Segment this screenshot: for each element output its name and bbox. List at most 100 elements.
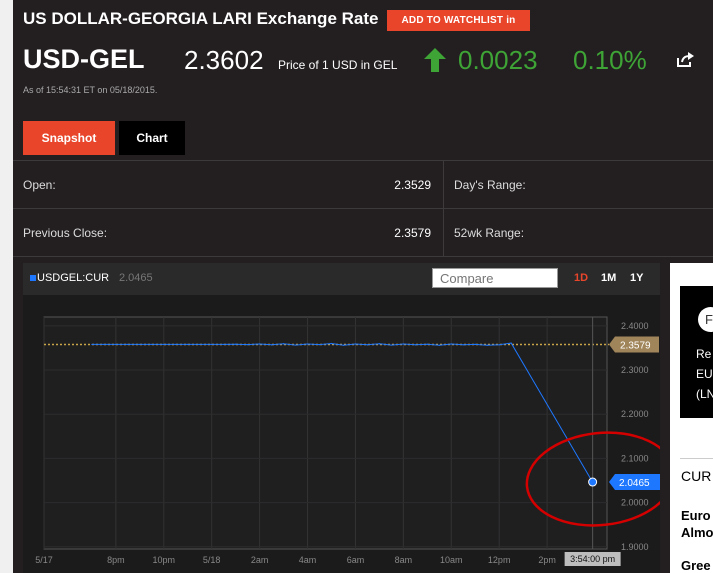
y-tick-label: 2.0000 xyxy=(621,498,649,508)
series-point xyxy=(175,343,177,346)
series-point xyxy=(354,343,357,345)
x-tick-label: 6am xyxy=(347,555,365,565)
series-point xyxy=(450,343,452,345)
crosshair-time-label: 3:54:00 pm xyxy=(570,554,615,564)
series-point xyxy=(474,343,476,345)
x-tick-label: 8am xyxy=(395,555,413,565)
series-point xyxy=(462,344,464,346)
previous-close-value: 2.3579 xyxy=(394,226,431,240)
ticker-symbol: USD-GEL xyxy=(23,44,145,74)
section-divider xyxy=(680,458,713,459)
series-point xyxy=(330,342,333,345)
series-point xyxy=(259,343,261,345)
stat-divider xyxy=(443,161,444,208)
page-title: US DOLLAR-GEORGIA LARI Exchange Rate xyxy=(23,9,379,28)
series-point xyxy=(426,343,428,345)
x-tick-label: 10pm xyxy=(153,555,176,565)
series-point xyxy=(199,343,201,346)
price-unit-label: Price of 1 USD in GEL xyxy=(278,58,398,72)
open-value: 2.3529 xyxy=(394,178,431,192)
series-name: USDGEL:CUR xyxy=(37,272,110,284)
promo-text-1: Re xyxy=(696,347,712,361)
series-point xyxy=(378,343,381,345)
percent-change: 0.10% xyxy=(573,45,647,75)
price-chart[interactable]: 5/17 8pm 10pm 5/18 2am 4am 6am 8am 10am 12pm 2pm 2.… xyxy=(23,295,660,573)
x-tick-label: 10am xyxy=(440,555,463,565)
promo-text-3: (LN xyxy=(696,387,713,401)
x-tick-label: 2pm xyxy=(538,555,556,565)
price-change: 0.0023 xyxy=(458,45,538,75)
last-point-marker xyxy=(588,477,598,487)
previous-close-tag-label: 2.3579 xyxy=(620,340,651,351)
series-point xyxy=(498,344,500,346)
share-icon[interactable] xyxy=(676,52,694,68)
open-label: Open: xyxy=(23,178,56,192)
chart-header: USDGEL:CUR 2.0465 1D 1M 1Y xyxy=(23,263,660,295)
add-to-watchlist-button[interactable]: ADD TO WATCHLIST in xyxy=(387,10,530,31)
series-point xyxy=(510,342,512,344)
series-point xyxy=(306,343,309,345)
currencies-section-label: CUR xyxy=(681,468,712,484)
series-point xyxy=(151,343,153,346)
series-point xyxy=(342,344,345,346)
stat-row-previous-close: Previous Close: 2.3579 52wk Range: xyxy=(13,209,713,257)
series-point xyxy=(414,344,416,346)
quote-page: US DOLLAR-GEORGIA LARI Exchange Rate ADD… xyxy=(13,0,713,573)
series-last-value: 2.0465 xyxy=(119,272,153,284)
52wk-range-label: 52wk Range: xyxy=(454,226,525,240)
tab-snapshot[interactable]: Snapshot xyxy=(23,121,115,155)
series-point xyxy=(294,344,297,346)
tab-chart[interactable]: Chart xyxy=(119,121,185,155)
series-point xyxy=(163,343,165,346)
y-tick-label: 2.2000 xyxy=(621,409,649,419)
right-sidebar: F Re EU (LN CUR Euro Almo Gree xyxy=(670,263,713,573)
x-tick-label: 2am xyxy=(251,555,269,565)
series-point xyxy=(91,343,93,346)
y-tick-label: 2.1000 xyxy=(621,453,649,463)
series-point xyxy=(187,343,189,346)
series-point xyxy=(366,344,369,346)
x-tick-label: 5/17 xyxy=(35,555,53,565)
series-point xyxy=(211,343,213,346)
plot-area xyxy=(43,316,608,550)
news-item-2[interactable]: Gree xyxy=(681,558,711,573)
series-point xyxy=(139,343,141,346)
stat-row-open: Open: 2.3529 Day's Range: xyxy=(13,161,713,209)
price-value: 2.3602 xyxy=(184,45,264,75)
x-tick-label: 12pm xyxy=(488,555,511,565)
series-point xyxy=(438,344,440,346)
series-point xyxy=(103,343,105,346)
series-point xyxy=(390,344,392,346)
compare-input[interactable] xyxy=(432,268,558,288)
series-point xyxy=(486,344,488,346)
days-range-label: Day's Range: xyxy=(454,178,526,192)
news-item-1-line-2[interactable]: Almo xyxy=(681,525,713,540)
stats-table: Open: 2.3529 Day's Range: Previous Close… xyxy=(13,160,713,257)
previous-close-label: Previous Close: xyxy=(23,226,108,240)
series-point xyxy=(235,343,237,345)
y-tick-label: 2.3000 xyxy=(621,365,649,375)
series-point xyxy=(270,344,273,346)
y-tick-label: 2.4000 xyxy=(621,321,649,331)
stat-divider xyxy=(443,209,444,256)
series-point xyxy=(402,343,404,345)
up-arrow-icon xyxy=(424,48,446,72)
x-tick-label: 5/18 xyxy=(203,555,221,565)
left-edge-strip xyxy=(0,0,13,573)
y-tick-label: 1.9000 xyxy=(621,542,649,552)
series-color-swatch xyxy=(30,275,36,281)
as-of-timestamp: As of 15:54:31 ET on 05/18/2015. xyxy=(23,85,158,95)
last-value-tag-label: 2.0465 xyxy=(619,478,650,489)
range-1y-button[interactable]: 1Y xyxy=(630,272,643,284)
series-point xyxy=(115,343,117,346)
series-point xyxy=(223,343,225,346)
series-point xyxy=(247,344,249,346)
range-1d-button[interactable]: 1D xyxy=(574,272,588,284)
promo-text-2: EU xyxy=(696,367,713,381)
x-tick-label: 8pm xyxy=(107,555,125,565)
series-point xyxy=(127,343,129,346)
news-item-1-line-1[interactable]: Euro xyxy=(681,508,711,523)
series-point xyxy=(282,343,285,345)
series-point xyxy=(318,344,321,346)
range-1m-button[interactable]: 1M xyxy=(601,272,616,284)
